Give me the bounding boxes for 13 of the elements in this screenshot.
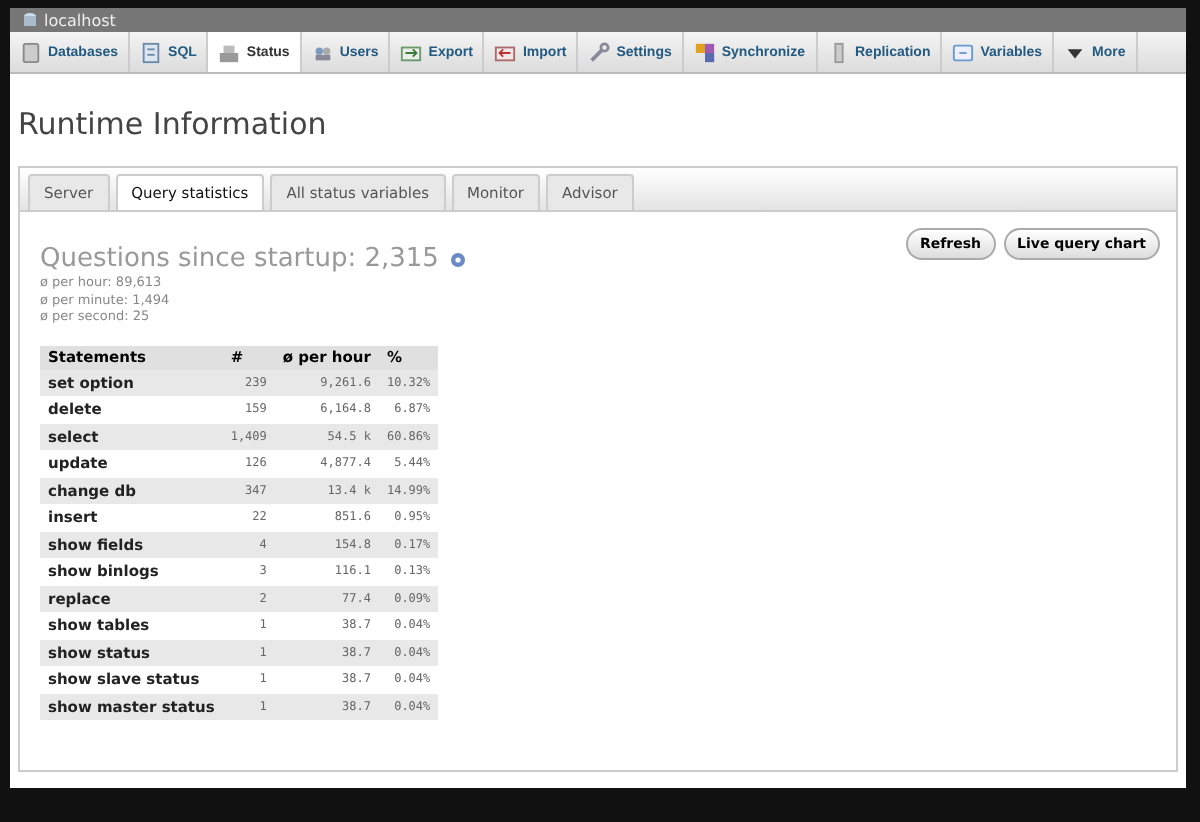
tab-icon xyxy=(952,41,975,63)
tab-icon xyxy=(588,41,611,63)
tab-icon xyxy=(218,41,241,63)
tab-icon xyxy=(693,41,716,63)
tab-icon xyxy=(400,41,423,63)
questions-heading: Questions since startup: 2,315 xyxy=(40,244,439,274)
tab-icon xyxy=(494,41,517,63)
database-icon xyxy=(22,12,38,28)
page-title: Runtime Information xyxy=(18,106,329,146)
tab-icon xyxy=(20,41,42,63)
tab-icon xyxy=(140,41,163,63)
help-icon[interactable] xyxy=(450,251,467,267)
window-title: localhost xyxy=(44,11,116,29)
